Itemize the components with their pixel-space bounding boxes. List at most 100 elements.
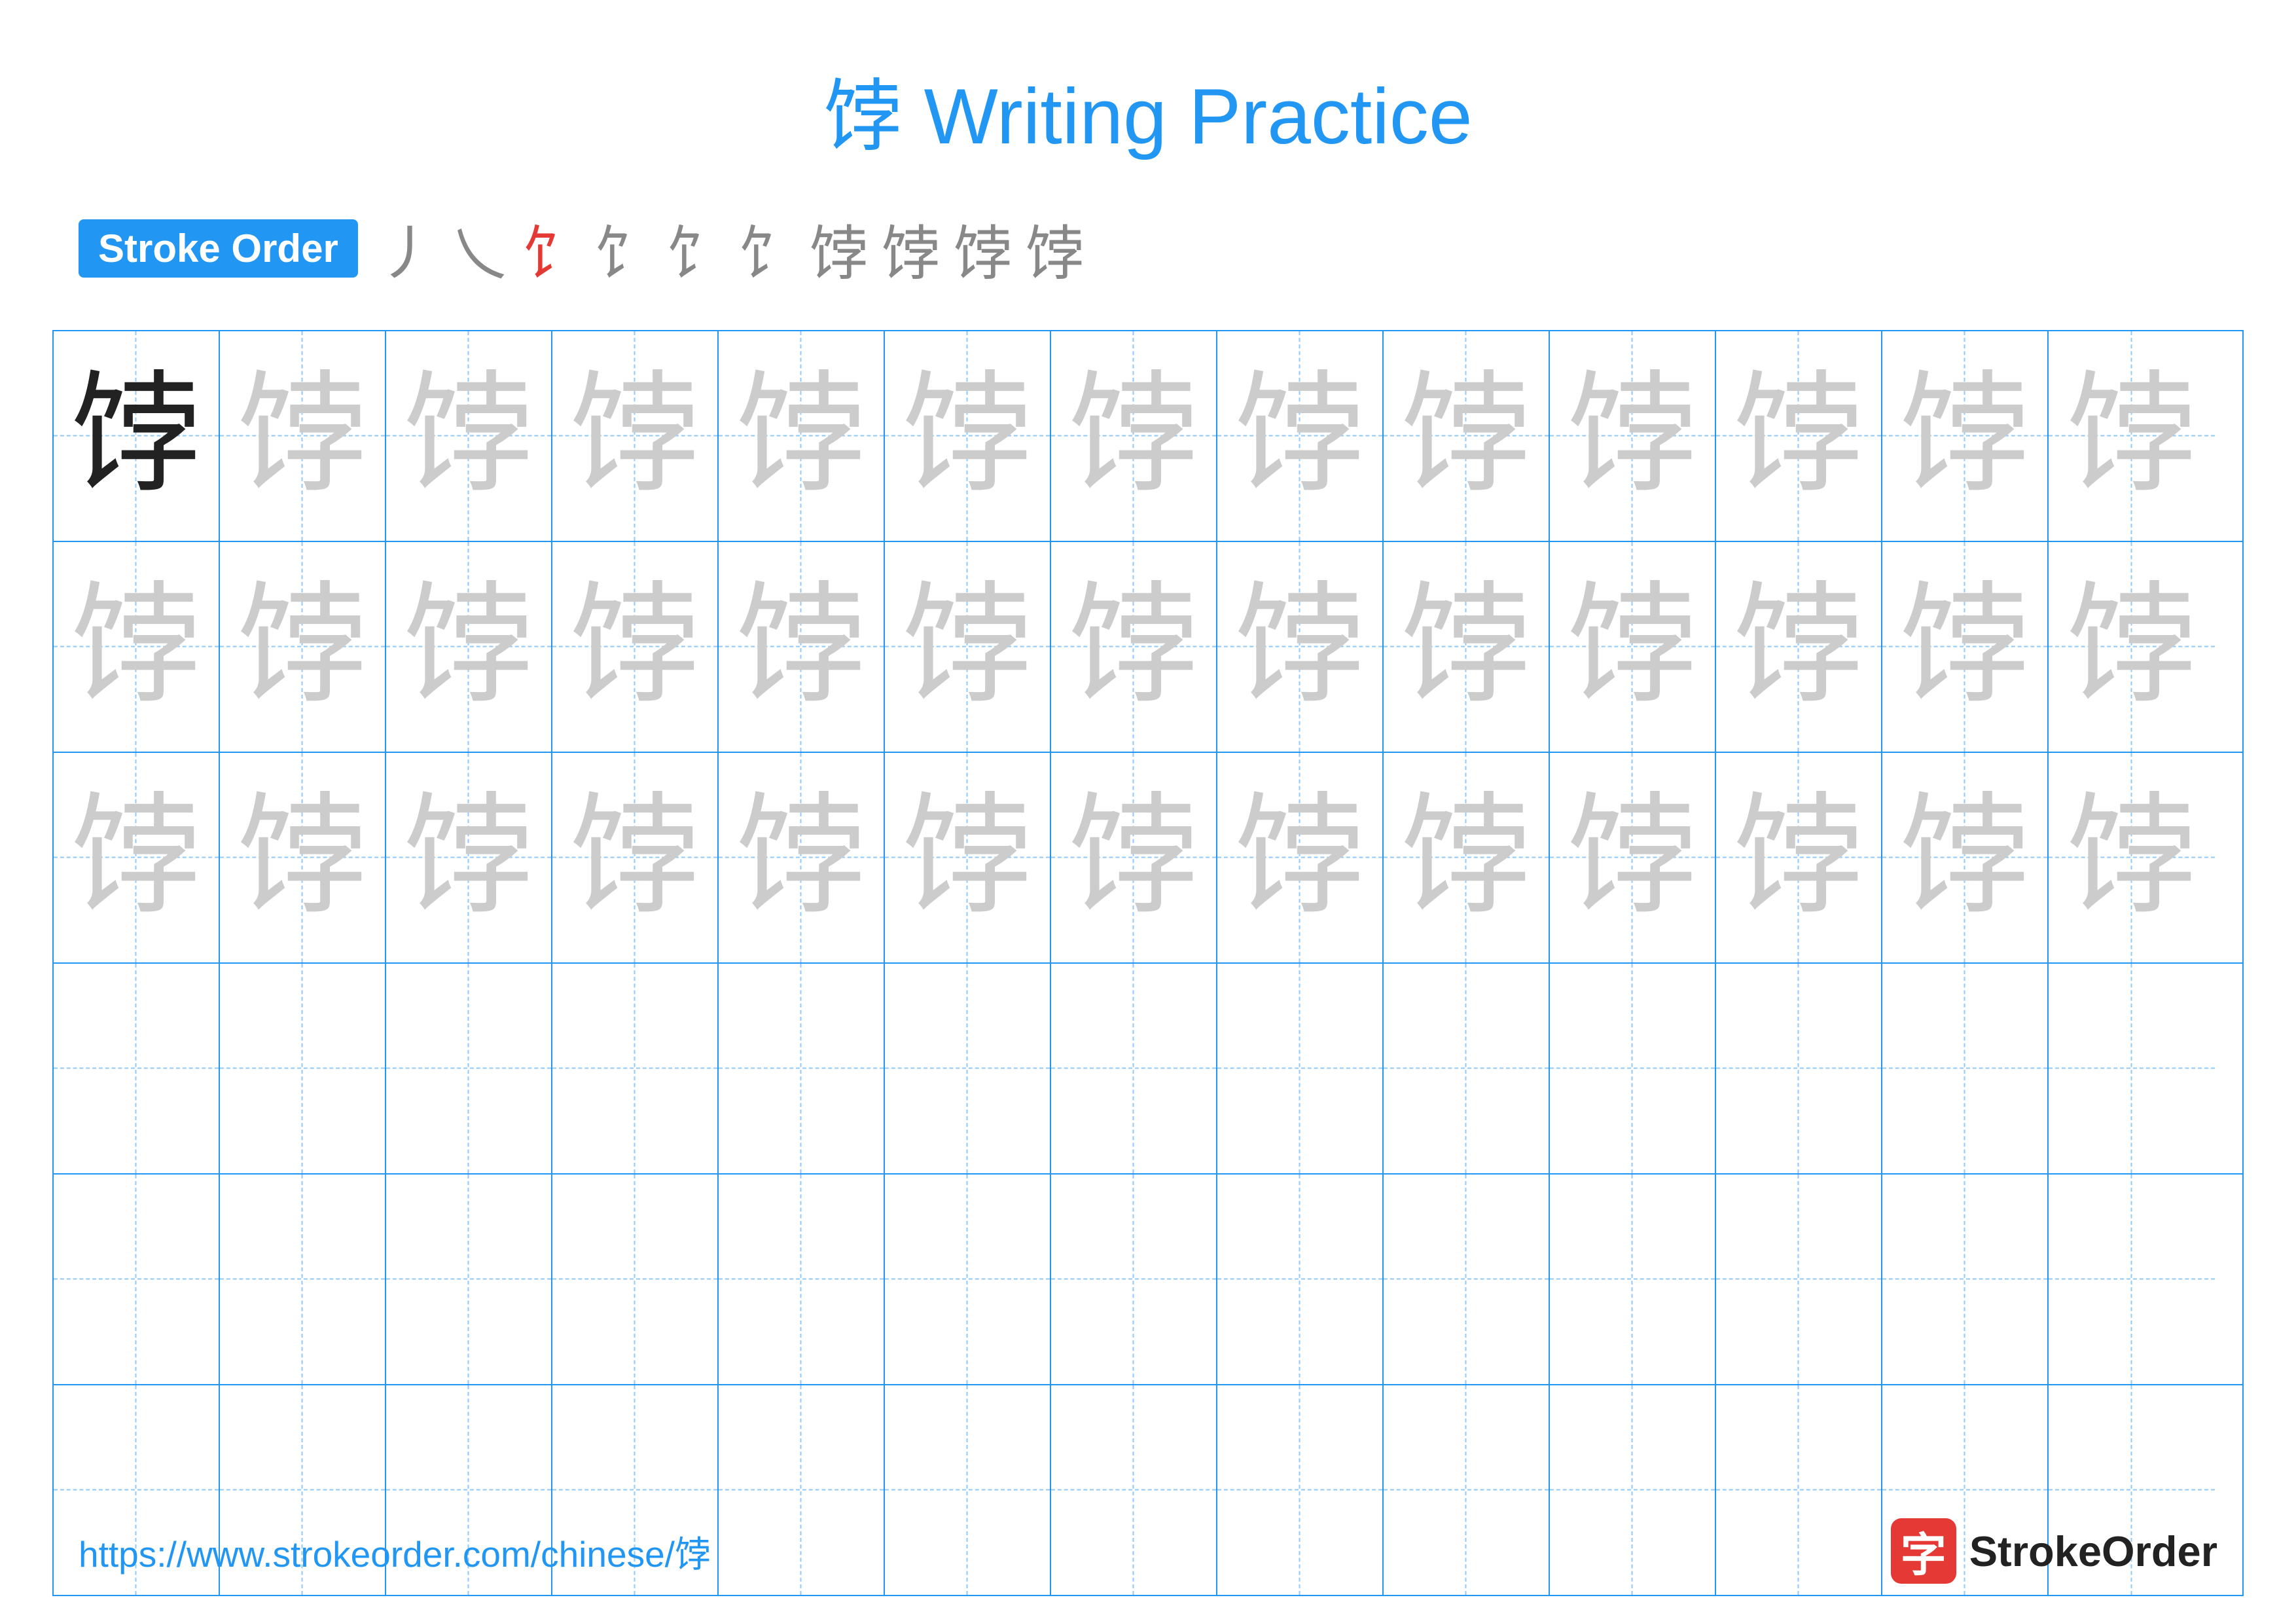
char-guide: 饽 <box>71 581 202 712</box>
grid-cell[interactable] <box>1217 1175 1384 1384</box>
grid-cell[interactable]: 饽 <box>1384 331 1550 541</box>
page-title: 饽 Writing Practice <box>0 0 2296 192</box>
char-guide: 饽 <box>1899 792 2030 923</box>
grid-cell[interactable]: 饽 <box>54 753 220 962</box>
char-guide: 饽 <box>403 792 534 923</box>
grid-cell[interactable] <box>1384 964 1550 1173</box>
grid-cell[interactable]: 饽 <box>552 753 719 962</box>
char-guide: 饽 <box>1899 371 2030 501</box>
grid-cell[interactable]: 饽 <box>1217 542 1384 752</box>
grid-cell[interactable]: 饽 <box>1217 753 1384 962</box>
grid-cell[interactable] <box>885 964 1051 1173</box>
grid-cell[interactable]: 饽 <box>1217 331 1384 541</box>
grid-cell[interactable]: 饽 <box>1051 753 1217 962</box>
writing-grid: 饽 饽 饽 饽 饽 饽 饽 饽 饽 饽 饽 饽 饽 饽 饽 饽 饽 饽 饽 饽 … <box>52 330 2244 1596</box>
grid-cell[interactable]: 饽 <box>1882 753 2049 962</box>
grid-cell[interactable]: 饽 <box>552 542 719 752</box>
grid-cell[interactable] <box>1051 964 1217 1173</box>
logo-text: StrokeOrder <box>1969 1527 2217 1576</box>
grid-cell[interactable] <box>2049 1175 2215 1384</box>
grid-cell[interactable] <box>552 1175 719 1384</box>
grid-cell[interactable]: 饽 <box>552 331 719 541</box>
grid-cell[interactable] <box>1882 1175 2049 1384</box>
grid-cell[interactable]: 饽 <box>220 331 386 541</box>
grid-cell[interactable]: 饽 <box>1882 331 2049 541</box>
grid-cell[interactable] <box>386 964 552 1173</box>
grid-cell[interactable]: 饽 <box>719 753 885 962</box>
footer: https://www.strokeorder.com/chinese/饽 字 … <box>0 1518 2296 1584</box>
stroke-order-badge: Stroke Order <box>79 219 358 278</box>
grid-cell[interactable] <box>2049 964 2215 1173</box>
grid-cell[interactable] <box>1550 1175 1716 1384</box>
grid-cell[interactable] <box>1217 964 1384 1173</box>
grid-cell[interactable] <box>1384 1175 1550 1384</box>
grid-cell[interactable]: 饽 <box>885 753 1051 962</box>
grid-cell[interactable]: 饽 <box>885 542 1051 752</box>
grid-cell[interactable] <box>719 964 885 1173</box>
grid-cell[interactable] <box>1716 964 1882 1173</box>
grid-cell[interactable]: 饽 <box>1716 331 1882 541</box>
grid-cell[interactable] <box>719 1175 885 1384</box>
grid-cell[interactable]: 饽 <box>54 542 220 752</box>
grid-cell[interactable]: 饽 <box>220 542 386 752</box>
grid-cell[interactable]: 饽 <box>1051 331 1217 541</box>
char-guide: 饽 <box>2066 581 2197 712</box>
grid-cell[interactable] <box>1882 964 2049 1173</box>
grid-cell[interactable] <box>386 1175 552 1384</box>
grid-cell[interactable]: 饽 <box>54 331 220 541</box>
grid-cell[interactable]: 饽 <box>2049 331 2215 541</box>
char-guide: 饽 <box>1068 581 1199 712</box>
grid-cell[interactable]: 饽 <box>2049 753 2215 962</box>
grid-row-4 <box>54 964 2242 1175</box>
grid-cell[interactable]: 饽 <box>1051 542 1217 752</box>
footer-url[interactable]: https://www.strokeorder.com/chinese/饽 <box>79 1525 711 1577</box>
grid-row-1: 饽 饽 饽 饽 饽 饽 饽 饽 饽 饽 饽 饽 饽 <box>54 331 2242 542</box>
char-guide: 饽 <box>902 371 1033 501</box>
char-guide: 饽 <box>2066 792 2197 923</box>
char-guide: 饽 <box>736 371 867 501</box>
grid-cell[interactable]: 饽 <box>719 542 885 752</box>
footer-logo: 字 StrokeOrder <box>1891 1518 2217 1584</box>
grid-cell[interactable]: 饽 <box>885 331 1051 541</box>
char-guide: 饽 <box>1401 581 1532 712</box>
char-guide: 饽 <box>1567 371 1698 501</box>
grid-cell[interactable]: 饽 <box>1384 753 1550 962</box>
grid-cell[interactable] <box>552 964 719 1173</box>
stroke-2: 乀 <box>450 206 509 291</box>
grid-cell[interactable]: 饽 <box>1550 542 1716 752</box>
grid-cell[interactable]: 饽 <box>1384 542 1550 752</box>
stroke-sequence: 丿 乀 饣 饣 饣 饣 饽 饽 饽 饽 <box>378 206 1085 291</box>
grid-cell[interactable]: 饽 <box>1716 542 1882 752</box>
grid-cell[interactable] <box>1550 964 1716 1173</box>
grid-cell[interactable]: 饽 <box>1550 331 1716 541</box>
grid-cell[interactable] <box>54 964 220 1173</box>
char-guide: 饽 <box>569 792 700 923</box>
char-guide: 饽 <box>237 371 368 501</box>
stroke-6: 饣 <box>738 206 797 291</box>
char-dark: 饽 <box>71 371 202 501</box>
grid-cell[interactable] <box>1716 1175 1882 1384</box>
grid-cell[interactable]: 饽 <box>386 542 552 752</box>
char-guide: 饽 <box>1567 792 1698 923</box>
grid-cell[interactable] <box>220 1175 386 1384</box>
char-guide: 饽 <box>1234 792 1365 923</box>
stroke-5: 饣 <box>666 206 725 291</box>
char-guide: 饽 <box>1401 792 1532 923</box>
stroke-10: 饽 <box>1026 206 1085 291</box>
grid-cell[interactable]: 饽 <box>1550 753 1716 962</box>
grid-cell[interactable] <box>885 1175 1051 1384</box>
grid-cell[interactable] <box>54 1175 220 1384</box>
grid-cell[interactable]: 饽 <box>2049 542 2215 752</box>
stroke-3: 饣 <box>522 206 581 291</box>
stroke-9: 饽 <box>954 206 1013 291</box>
char-guide: 饽 <box>1234 371 1365 501</box>
grid-cell[interactable]: 饽 <box>386 331 552 541</box>
grid-cell[interactable] <box>1051 1175 1217 1384</box>
grid-cell[interactable]: 饽 <box>386 753 552 962</box>
grid-cell[interactable]: 饽 <box>1882 542 2049 752</box>
char-guide: 饽 <box>403 581 534 712</box>
grid-cell[interactable]: 饽 <box>220 753 386 962</box>
grid-cell[interactable]: 饽 <box>1716 753 1882 962</box>
grid-cell[interactable] <box>220 964 386 1173</box>
grid-cell[interactable]: 饽 <box>719 331 885 541</box>
